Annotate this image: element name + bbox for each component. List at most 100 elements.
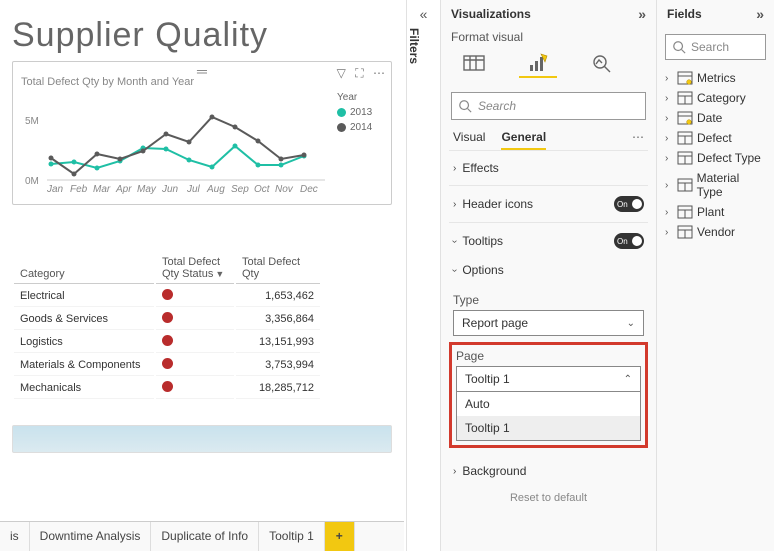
chevron-right-icon: ›	[665, 133, 677, 144]
chevron-right-icon: ›	[453, 199, 456, 210]
more-icon[interactable]: ⋯	[632, 130, 644, 150]
status-dot-icon	[162, 381, 173, 392]
table-row: Materials & Components3,753,994	[14, 355, 320, 376]
page-dropdown-list: Auto Tooltip 1	[456, 391, 641, 441]
svg-text:Feb: Feb	[70, 184, 88, 195]
page-tab[interactable]: Downtime Analysis	[30, 522, 152, 551]
format-visual-label: Format visual	[441, 28, 656, 50]
y-tick: 0M	[25, 176, 39, 187]
visual-grip-icon[interactable]: ═	[21, 68, 383, 74]
chevron-up-icon: ⌃	[624, 374, 632, 385]
page-dropdown[interactable]: Tooltip 1 ⌃	[456, 366, 641, 392]
format-search-input[interactable]: Search	[451, 92, 646, 120]
field-table-material-type[interactable]: ›Material Type	[659, 168, 772, 202]
chevron-right-icon: ›	[665, 153, 677, 164]
chart-plot[interactable]: 5M 0M JanFebMarAprMayJunJulAugSepOctNovD…	[21, 92, 329, 202]
filters-label: Filters	[407, 28, 421, 64]
page-tab[interactable]: Tooltip 1	[259, 522, 325, 551]
type-dropdown[interactable]: Report page ⌄	[453, 310, 644, 336]
section-options[interactable]: ›Options	[441, 259, 656, 287]
chevron-right-icon: ›	[665, 180, 677, 191]
svg-text:May: May	[137, 184, 157, 195]
chevron-right-icon: ›	[665, 73, 677, 84]
table-icon	[677, 225, 693, 239]
field-table-defect-type[interactable]: ›Defect Type	[659, 148, 772, 168]
page-tab[interactable]: Duplicate of Info	[151, 522, 259, 551]
chevron-right-icon: ›	[665, 227, 677, 238]
field-table-date[interactable]: ›Date	[659, 108, 772, 128]
chevron-right-icon: ›	[453, 163, 456, 174]
svg-text:Aug: Aug	[206, 184, 225, 195]
field-table-plant[interactable]: ›Plant	[659, 202, 772, 222]
build-visual-tab[interactable]	[455, 50, 493, 78]
visualizations-pane: Visualizations » Format visual Search Vi…	[440, 0, 656, 551]
y-tick: 5M	[25, 116, 39, 127]
legend-dot-icon	[337, 123, 346, 132]
section-header-icons[interactable]: ›Header icons On	[441, 186, 656, 222]
col-qty[interactable]: Total Defect Qty	[236, 253, 320, 284]
expand-icon[interactable]: »	[756, 6, 764, 22]
table-visual[interactable]: Category Total Defect Qty Status▼ Total …	[12, 251, 322, 401]
dropdown-option-tooltip1[interactable]: Tooltip 1	[457, 416, 640, 440]
fields-search-input[interactable]: Search	[665, 34, 766, 60]
filters-pane-collapsed[interactable]: « Filters	[406, 0, 440, 551]
section-effects[interactable]: ›Effects	[441, 151, 656, 185]
svg-text:Nov: Nov	[275, 184, 294, 195]
search-icon	[672, 40, 686, 54]
chevron-down-icon: ›	[449, 268, 460, 271]
table-row: Electrical1,653,462	[14, 286, 320, 307]
search-icon	[458, 99, 472, 113]
pane-title: Visualizations	[451, 7, 531, 21]
col-category[interactable]: Category	[14, 253, 154, 284]
table-icon	[677, 91, 693, 105]
svg-text:Apr: Apr	[115, 184, 132, 195]
page-tab-strip: is Downtime Analysis Duplicate of Info T…	[0, 521, 404, 551]
toggle-tooltips[interactable]: On	[614, 233, 644, 249]
map-visual[interactable]	[12, 425, 392, 453]
svg-text:Jan: Jan	[46, 184, 64, 195]
dropdown-option-auto[interactable]: Auto	[457, 392, 640, 416]
field-table-metrics[interactable]: ›Metrics	[659, 68, 772, 88]
svg-text:Jun: Jun	[161, 184, 179, 195]
more-options-icon[interactable]: ⋯	[373, 66, 385, 80]
chevron-down-icon: ›	[449, 239, 460, 242]
add-page-button[interactable]: +	[325, 522, 355, 551]
expand-icon[interactable]: »	[638, 6, 646, 22]
calc-table-icon	[677, 71, 693, 85]
analytics-tab[interactable]	[583, 50, 621, 78]
svg-text:Sep: Sep	[231, 184, 249, 195]
line-chart-visual[interactable]: ═ ▽ ⛶ ⋯ Total Defect Qty by Month and Ye…	[12, 61, 392, 205]
format-visual-tab[interactable]	[519, 50, 557, 78]
svg-text:Mar: Mar	[93, 184, 111, 195]
collapse-icon[interactable]: «	[407, 6, 440, 22]
status-dot-icon	[162, 358, 173, 369]
field-table-category[interactable]: ›Category	[659, 88, 772, 108]
chevron-right-icon: ›	[665, 113, 677, 124]
section-tooltips[interactable]: ›Tooltips On	[441, 223, 656, 259]
field-table-defect[interactable]: ›Defect	[659, 128, 772, 148]
sort-desc-icon: ▼	[215, 269, 224, 279]
section-background[interactable]: ›Background	[441, 454, 656, 488]
status-dot-icon	[162, 289, 173, 300]
fields-pane: Fields » Search ›Metrics ›Category ›Date…	[656, 0, 774, 551]
toggle-header-icons[interactable]: On	[614, 196, 644, 212]
page-dropdown-highlight: Page Tooltip 1 ⌃ Auto Tooltip 1	[449, 342, 648, 448]
calc-table-icon	[677, 111, 693, 125]
filter-icon[interactable]: ▽	[337, 66, 346, 80]
tab-general[interactable]: General	[501, 130, 546, 150]
table-icon	[677, 205, 693, 219]
page-tab[interactable]: is	[0, 522, 30, 551]
svg-text:Jul: Jul	[186, 184, 201, 195]
chevron-right-icon: ›	[665, 207, 677, 218]
chevron-right-icon: ›	[665, 93, 677, 104]
table-row: Mechanicals18,285,712	[14, 378, 320, 399]
field-table-vendor[interactable]: ›Vendor	[659, 222, 772, 242]
chevron-right-icon: ›	[453, 466, 456, 477]
tab-visual[interactable]: Visual	[453, 130, 485, 150]
table-icon	[677, 178, 693, 192]
reset-to-default[interactable]: Reset to default	[441, 488, 656, 508]
focus-mode-icon[interactable]: ⛶	[355, 66, 363, 80]
col-status[interactable]: Total Defect Qty Status▼	[156, 253, 234, 284]
page-label: Page	[456, 349, 641, 363]
page-title: Supplier Quality	[12, 16, 394, 55]
